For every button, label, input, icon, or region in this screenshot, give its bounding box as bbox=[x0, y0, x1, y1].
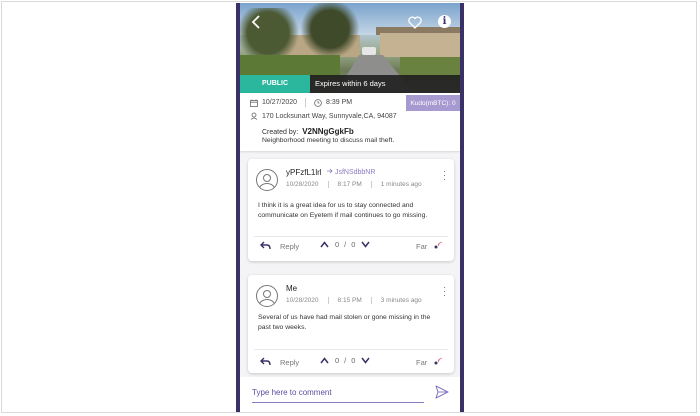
reply-button[interactable]: Reply bbox=[280, 358, 299, 367]
comment-text: Several of us have had mail stolen or go… bbox=[258, 314, 431, 331]
app-screen: i PUBLIC GATHERING Expires within 6 days… bbox=[240, 3, 460, 412]
reply-icon[interactable] bbox=[260, 357, 271, 369]
created-by: Created by: V2NNgGgkFb bbox=[262, 127, 354, 136]
more-vertical-icon[interactable]: · · · bbox=[443, 283, 446, 300]
expiry-label: Expires within 6 days bbox=[310, 75, 460, 93]
comment-author[interactable]: Me bbox=[286, 284, 297, 293]
address-row: 170 Locksunart Way, Sunnyvale,CA, 94087 bbox=[250, 112, 397, 120]
distance-label: Far bbox=[416, 358, 428, 367]
comment-ago: 3 minutes ago bbox=[380, 297, 422, 304]
created-by-label: Created by: bbox=[262, 129, 299, 136]
creator-name[interactable]: V2NNgGgkFb bbox=[302, 127, 354, 136]
mention-name: JsfNSdbbNR bbox=[334, 169, 376, 176]
link-icon bbox=[327, 168, 333, 174]
comment-actions: Reply 0 / 0 Far bbox=[248, 240, 454, 254]
signal-icon bbox=[434, 357, 443, 365]
comment-actions: Reply 0 / 0 Far bbox=[248, 356, 454, 370]
clock-icon bbox=[314, 98, 322, 107]
comment-card: Me 10/28/2020 8:15 PM 3 minutes ago · · · … bbox=[248, 275, 454, 373]
kudo-badge[interactable]: Kudo(mBTC): 0 bbox=[406, 95, 460, 111]
comment-text: I think it is a great idea for us to sta… bbox=[258, 202, 428, 219]
comment-date: 10/28/2020 bbox=[286, 297, 319, 304]
comment-time: 8:17 PM bbox=[337, 181, 362, 188]
comment-card: yPFzfL1lrl JsfNSdbbNR 10/28/2020 8:17 PM… bbox=[248, 159, 454, 261]
comment-author[interactable]: yPFzfL1lrl bbox=[286, 168, 322, 177]
comment-ago: 1 minutes ago bbox=[380, 181, 422, 188]
date-time-row: 10/27/2020 8:39 PM bbox=[250, 98, 352, 107]
upvote-count: 0 bbox=[335, 240, 340, 249]
event-address: 170 Locksunart Way, Sunnyvale,CA, 94087 bbox=[262, 112, 397, 120]
event-description: Neighborhood meeting to discuss mail the… bbox=[262, 137, 395, 144]
distance-label: Far bbox=[416, 242, 428, 251]
vote-separator: / bbox=[344, 240, 347, 249]
comment-meta: 10/28/2020 8:15 PM 3 minutes ago bbox=[286, 297, 422, 304]
info-icon[interactable]: i bbox=[438, 15, 451, 28]
category-badge: PUBLIC GATHERING bbox=[240, 75, 310, 93]
vote-separator: / bbox=[344, 356, 347, 365]
avatar[interactable] bbox=[256, 169, 278, 191]
location-icon bbox=[250, 112, 258, 120]
chevron-up-icon[interactable] bbox=[320, 241, 329, 248]
send-icon[interactable] bbox=[435, 385, 449, 399]
chevron-up-icon[interactable] bbox=[320, 357, 329, 364]
phone-frame: i PUBLIC GATHERING Expires within 6 days… bbox=[236, 3, 464, 412]
chevron-down-icon[interactable] bbox=[361, 241, 371, 248]
event-date: 10/27/2020 bbox=[262, 99, 298, 106]
comment-mention[interactable]: JsfNSdbbNR bbox=[326, 168, 375, 176]
avatar[interactable] bbox=[256, 285, 278, 307]
chevron-down-icon[interactable] bbox=[361, 357, 371, 364]
vote-control: 0 / 0 bbox=[320, 240, 371, 249]
comment-input[interactable] bbox=[252, 382, 424, 403]
vote-control: 0 / 0 bbox=[320, 356, 371, 365]
comment-date: 10/28/2020 bbox=[286, 181, 319, 188]
event-tag-row: PUBLIC GATHERING Expires within 6 days bbox=[240, 75, 460, 93]
back-arrow-icon[interactable] bbox=[248, 14, 264, 30]
heart-icon[interactable] bbox=[407, 14, 423, 30]
reply-button[interactable]: Reply bbox=[280, 242, 299, 251]
downvote-count: 0 bbox=[351, 356, 356, 365]
comment-time: 8:15 PM bbox=[337, 297, 362, 304]
event-photo: i PUBLIC GATHERING Expires within 6 days bbox=[240, 3, 460, 93]
calendar-icon bbox=[250, 99, 258, 107]
comment-composer bbox=[240, 377, 460, 412]
event-time: 8:39 PM bbox=[326, 99, 353, 106]
downvote-count: 0 bbox=[351, 240, 356, 249]
upvote-count: 0 bbox=[335, 356, 340, 365]
reply-icon[interactable] bbox=[260, 241, 271, 253]
signal-icon bbox=[434, 241, 443, 249]
comment-meta: 10/28/2020 8:17 PM 1 minutes ago bbox=[286, 181, 422, 188]
more-vertical-icon[interactable]: · · · bbox=[443, 167, 446, 184]
